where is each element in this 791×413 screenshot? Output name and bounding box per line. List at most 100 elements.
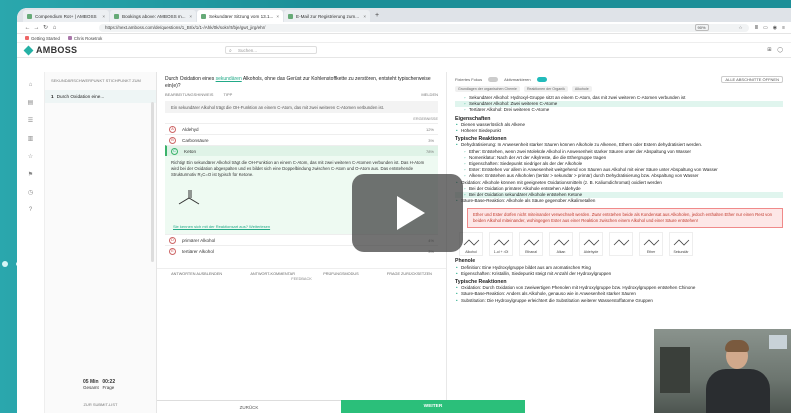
grid-icon[interactable]: ⊞	[767, 47, 771, 53]
question-action-button[interactable]: ANTWORTEN AUSBLENDEN	[171, 272, 222, 276]
highlight-toggle[interactable]	[536, 77, 547, 82]
next-button[interactable]: WEITER	[341, 400, 525, 413]
sidebar-scrollbar[interactable]	[151, 102, 154, 262]
tool-report[interactable]: MELDEN	[421, 92, 438, 97]
browser-tab[interactable]: Bookings above: AMBOSS m... ×	[110, 10, 196, 22]
bookmark-label: Getting Started	[31, 35, 60, 41]
question-action-button[interactable]: PRÜFUNGSMODUS	[323, 272, 358, 276]
tab-favicon-icon	[114, 13, 119, 19]
structure-icon	[463, 239, 480, 247]
home-icon[interactable]: ⌂	[50, 25, 59, 31]
article-line: Substitution: Die Hydroxylgruppe erleich…	[455, 298, 783, 304]
sidebar-title: SEKUNDÄRSCHWERPUNKT STICHPUNKT ZUM	[51, 78, 141, 83]
tab-favicon-icon	[27, 13, 32, 19]
bookmark-chris[interactable]: Chris Rosetrok	[67, 36, 102, 41]
structure-thumbnail[interactable]: Sekundär	[669, 232, 693, 257]
structure-thumbnail[interactable]: Ether	[639, 232, 663, 257]
tab-close-icon[interactable]: ×	[189, 14, 192, 19]
timer-total-label: Gesamt	[83, 385, 99, 390]
structure-thumbnail[interactable]	[609, 232, 633, 257]
answer-percentage: 12%	[425, 126, 434, 132]
tab-favicon-icon	[288, 13, 293, 19]
nav-questions-icon[interactable]: ☰	[28, 117, 33, 124]
nav-home-icon[interactable]: ⌂	[29, 82, 33, 88]
question-text: Durch Oxidation eines sekundären Alkohol…	[165, 76, 438, 89]
nav-clock-icon[interactable]: ◷	[28, 189, 33, 196]
bookmark-icon	[67, 36, 72, 41]
extension-icon[interactable]: ◉	[773, 25, 777, 31]
video-play-button[interactable]	[352, 174, 463, 252]
zoom-level[interactable]: 90%	[694, 24, 709, 31]
answer-label: Aldehyd	[182, 126, 199, 132]
address-bar[interactable]: https://next.amboss.com/de/questions/1_B…	[99, 23, 749, 32]
breadcrumb-item[interactable]: Alkohole	[571, 86, 592, 92]
article-body: Sekundärer Alkohol: Hydroxyl-Gruppe sitz…	[455, 95, 783, 304]
back-button[interactable]: ZURÜCK	[157, 400, 341, 413]
tool-tip[interactable]: TIPP	[223, 92, 232, 97]
browser-tab[interactable]: Sekundärer Sitzung vom 13.1... ×	[197, 10, 283, 22]
bookmark-getting-started[interactable]: Getting Started	[25, 36, 60, 41]
webcam-shelf	[660, 347, 690, 393]
structure-label: 1-ol + ²Ol	[493, 250, 509, 255]
structure-label: Sekundär	[673, 250, 689, 255]
tab-close-icon[interactable]: ×	[276, 14, 279, 19]
nav-help-icon[interactable]: ?	[29, 207, 32, 213]
submit-list-link[interactable]: ZUR SUBMIT-LIST	[45, 402, 156, 407]
library-icon[interactable]: Ⅲ	[755, 25, 758, 31]
answer-option[interactable]: C Keton 78%	[165, 145, 438, 156]
structure-thumbnail[interactable]: Alkan	[549, 232, 573, 257]
reload-icon[interactable]: ↻	[41, 24, 50, 31]
app-header: AMBOSS ⌕ Suchen... ⊞ ◯	[17, 43, 791, 58]
sidebar-question-item[interactable]: 1 Durch Oxidation eine...	[45, 90, 156, 103]
browser-tab[interactable]: Compendium Rot+ | AMBOSS ×	[23, 10, 109, 22]
feedback-link[interactable]: FEEDBACK	[157, 277, 446, 281]
user-icon[interactable]: ◯	[777, 47, 783, 53]
question-action-button[interactable]: FRAGE ZURÜCKSETZEN	[387, 272, 432, 276]
back-arrow-icon[interactable]: ←	[23, 25, 32, 31]
question-text-part: Durch Oxidation eines	[165, 76, 216, 82]
breadcrumb-item[interactable]: Reaktionen der Organik	[523, 86, 568, 92]
answer-letter: D	[169, 236, 176, 244]
browser-toolbar-icons: Ⅲ ▭ ◉ ≡	[755, 25, 785, 31]
bookmark-star-icon[interactable]: ☆	[738, 25, 742, 31]
nav-library-icon[interactable]: ▤	[28, 99, 34, 106]
menu-icon[interactable]: ≡	[782, 25, 785, 31]
amboss-logo[interactable]: AMBOSS	[23, 45, 145, 55]
tool-edit-hint[interactable]: BEARBEITUNGSHINWEIS	[165, 92, 213, 97]
forward-arrow-icon[interactable]: →	[32, 25, 41, 31]
play-icon	[396, 196, 425, 230]
nav-bookmark-icon[interactable]: ⚑	[28, 171, 33, 178]
structure-thumbnail[interactable]: Aldehyde	[579, 232, 603, 257]
structure-thumbnail[interactable]: Ethanal	[519, 232, 543, 257]
structure-thumbnail[interactable]: 1-ol + ²Ol	[489, 232, 513, 257]
browser-tab[interactable]: E-Mail zur Registrierung zum... ×	[284, 10, 370, 22]
question-action-button[interactable]: ANTWORT-KOMMENTAR	[250, 272, 295, 276]
breadcrumb-item[interactable]: Grundlagen der organischen Chemie	[455, 86, 520, 92]
search-input[interactable]: ⌕ Suchen...	[225, 46, 317, 54]
explanation-link[interactable]: Sie kennen sich mit der Reaktionsart aus…	[173, 224, 270, 230]
question-keyword-link[interactable]: sekundären	[216, 76, 242, 82]
question-number: 1	[51, 94, 54, 99]
new-tab-button[interactable]: +	[371, 10, 383, 22]
structure-figures[interactable]: Alkohol 1-ol + ²Ol Ethanal Alkan Aldehyde Eth…	[459, 232, 783, 257]
expand-all-button[interactable]: ALLE ABSCHNITTE ÖFFNEN	[721, 76, 783, 83]
nav-star-icon[interactable]: ☆	[28, 153, 33, 160]
article-line: Tertiärer Alkohol: Drei weiteren C-Atome	[455, 107, 783, 113]
focus-toggle[interactable]	[488, 77, 499, 82]
nav-stats-icon[interactable]: ▥	[28, 135, 34, 142]
results-header: ERGEBNISSE	[413, 117, 438, 121]
answer-option[interactable]: A Aldehyd 12%	[165, 123, 438, 134]
tab-close-icon[interactable]: ×	[102, 14, 105, 19]
tab-close-icon[interactable]: ×	[363, 14, 366, 19]
article-line: Eigenschaften: Kristallin, Siedepunkt st…	[455, 271, 783, 277]
structure-icon	[523, 239, 540, 247]
answer-option[interactable]: B Carbonsäure 3%	[165, 134, 438, 145]
warning-box: Ether und Ester dürfen nicht miteinander…	[467, 208, 783, 229]
structure-icon	[613, 239, 630, 247]
answer-letter: E	[169, 247, 176, 255]
webcam-person-body	[706, 369, 770, 413]
bookmarks-bar: Getting Started Chris Rosetrok	[17, 34, 791, 43]
structure-label: Aldehyde	[583, 250, 599, 255]
search-placeholder: Suchen...	[238, 47, 258, 53]
sidebar-icon[interactable]: ▭	[763, 25, 768, 31]
